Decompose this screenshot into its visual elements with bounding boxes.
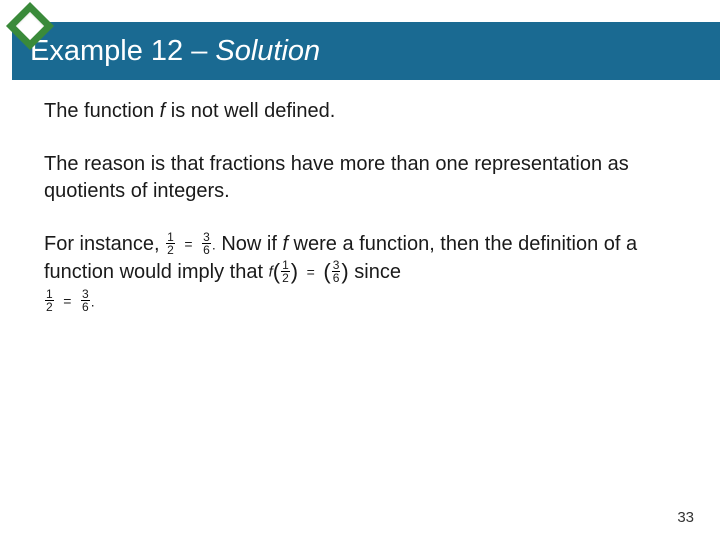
close-paren: ) bbox=[291, 259, 298, 284]
text: is not well defined. bbox=[165, 100, 335, 122]
title-prefix: Example 12 – bbox=[30, 35, 215, 67]
text: since bbox=[354, 261, 401, 283]
diamond-icon bbox=[8, 4, 52, 48]
paragraph-1: The function f is not well defined. bbox=[44, 98, 676, 125]
fraction-three-sixths: 36 bbox=[332, 259, 341, 284]
slide-body: The function f is not well defined. The … bbox=[44, 98, 676, 341]
fraction-half: 1 2 bbox=[166, 231, 175, 256]
fraction-three-sixths: 3 6 bbox=[81, 288, 90, 313]
title-bar: Example 12 – Solution bbox=[12, 22, 720, 80]
text: Now if bbox=[221, 233, 282, 255]
open-paren: ( bbox=[273, 259, 280, 284]
equals-sign: = bbox=[184, 236, 192, 252]
text: The reason is that fractions have more t… bbox=[44, 153, 629, 202]
page-number: 33 bbox=[677, 509, 694, 526]
period: . bbox=[212, 236, 216, 252]
fraction-half: 12 bbox=[281, 259, 290, 284]
math-expr: f(12) = (36) bbox=[269, 261, 355, 283]
equals-sign: = bbox=[63, 293, 71, 309]
close-paren: ) bbox=[341, 259, 348, 284]
text: For instance, bbox=[44, 233, 165, 255]
title-italic: Solution bbox=[215, 35, 320, 67]
slide-title: Example 12 – Solution bbox=[30, 35, 320, 68]
period: . bbox=[91, 293, 95, 309]
text: The function bbox=[44, 100, 160, 122]
paragraph-3: For instance, 1 2 = 3 6 . Now if f were … bbox=[44, 231, 676, 315]
equals-sign: = bbox=[307, 264, 315, 280]
paragraph-2: The reason is that fractions have more t… bbox=[44, 151, 676, 205]
open-paren: ( bbox=[323, 259, 330, 284]
fraction-three-sixths: 3 6 bbox=[202, 231, 211, 256]
fraction-half: 1 2 bbox=[45, 288, 54, 313]
